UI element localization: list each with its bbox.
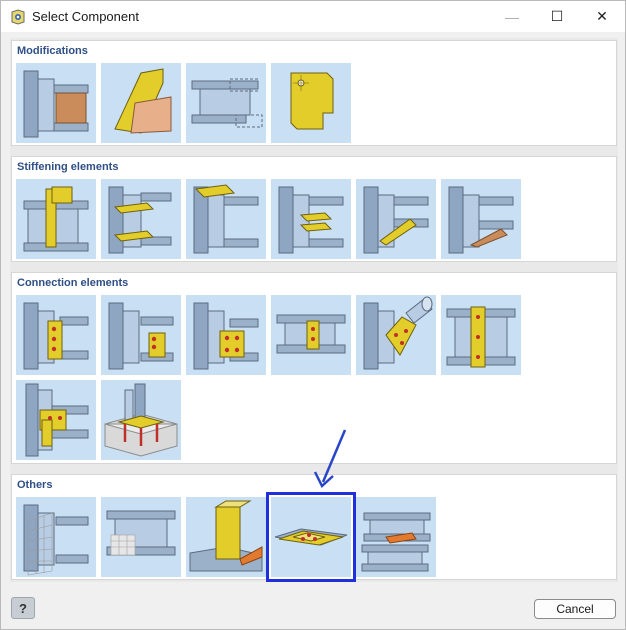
tile-connection-angle[interactable] <box>101 295 181 375</box>
tile-modification-plate-notch[interactable] <box>271 63 351 143</box>
group-stiffening-elements: Stiffening elements <box>11 156 617 262</box>
other-beam-overlap-icon <box>361 512 431 572</box>
close-button[interactable]: ✕ <box>579 1 625 32</box>
tile-other-block-contact[interactable] <box>101 497 181 577</box>
other-plate-bolted-icon <box>274 528 348 546</box>
tile-stiffener-haunch[interactable] <box>441 179 521 259</box>
connection-base-plate-icon <box>104 383 178 457</box>
stiffener-end-plate-icon <box>23 186 89 252</box>
group-modifications: Modifications <box>11 40 617 146</box>
tile-other-weld-plate[interactable] <box>186 497 266 577</box>
stiffener-diagonal-icon <box>363 186 429 254</box>
help-button[interactable]: ? <box>11 597 35 619</box>
modification-member-cut-icon <box>191 78 263 128</box>
tile-stiffener-double-plates[interactable] <box>271 179 351 259</box>
stiffener-double-plates-icon <box>278 186 344 254</box>
stiffener-web-plate-icon <box>193 184 259 254</box>
tile-stiffener-flange-plates[interactable] <box>101 179 181 259</box>
tile-other-mesh-cut[interactable] <box>16 497 96 577</box>
tile-connection-base-plate[interactable] <box>101 380 181 460</box>
tile-modification-plate-cut[interactable] <box>16 63 96 143</box>
other-mesh-cut-icon <box>23 504 89 576</box>
connection-end-plate-bolted-icon <box>193 302 259 370</box>
connection-fin-plate-icon <box>23 302 89 370</box>
tile-stiffener-web-plate[interactable] <box>186 179 266 259</box>
connection-angle-icon <box>108 302 174 370</box>
modification-plate-cut-icon <box>23 70 89 138</box>
tile-connection-end-plate-bolted[interactable] <box>186 295 266 375</box>
window-title: Select Component <box>32 9 139 24</box>
connection-splice-plate-icon <box>446 306 516 368</box>
other-weld-plate-icon <box>189 500 263 572</box>
connection-column-splice-icon <box>25 383 89 457</box>
maximize-button[interactable]: ☐ <box>534 1 580 32</box>
other-block-contact-icon <box>106 510 176 556</box>
stiffener-haunch-icon <box>448 186 514 254</box>
app-icon <box>11 8 25 25</box>
title-bar: Select Component — ☐ ✕ <box>1 1 625 32</box>
tile-other-plate-bolted[interactable] <box>266 492 356 582</box>
tile-connection-fin-plate[interactable] <box>16 295 96 375</box>
stiffener-flange-plates-icon <box>108 186 172 254</box>
maximize-icon: ☐ <box>550 8 564 24</box>
close-icon: ✕ <box>596 8 608 24</box>
group-title-others: Others <box>17 479 53 491</box>
connection-web-cleat-icon <box>276 314 346 354</box>
tile-connection-hollow-gusset[interactable] <box>356 295 436 375</box>
cancel-button[interactable]: Cancel <box>534 599 616 619</box>
tile-connection-web-cleat[interactable] <box>271 295 351 375</box>
modification-gusset-trim-icon <box>114 68 172 134</box>
connection-hollow-gusset-icon <box>363 296 433 370</box>
select-component-dialog: Select Component — ☐ ✕ Modifications Sti… <box>0 0 626 630</box>
tile-stiffener-diagonal[interactable] <box>356 179 436 259</box>
tile-modification-member-cut[interactable] <box>186 63 266 143</box>
group-title-modifications: Modifications <box>17 45 88 57</box>
tile-modification-gusset-trim[interactable] <box>101 63 181 143</box>
group-title-connection-elements: Connection elements <box>17 277 129 289</box>
annotation-arrow-icon <box>313 429 347 489</box>
component-panel: Modifications Stiffening elements Connec… <box>10 38 618 582</box>
help-icon: ? <box>19 600 27 616</box>
tile-connection-splice-plate[interactable] <box>441 295 521 375</box>
minimize-icon: — <box>505 8 519 25</box>
group-title-stiffening-elements: Stiffening elements <box>17 161 119 173</box>
modification-plate-notch-icon <box>290 72 334 130</box>
tile-stiffener-end-plate[interactable] <box>16 179 96 259</box>
minimize-button[interactable]: — <box>489 1 535 32</box>
tile-other-beam-overlap[interactable] <box>356 497 436 577</box>
tile-connection-column-splice[interactable] <box>16 380 96 460</box>
